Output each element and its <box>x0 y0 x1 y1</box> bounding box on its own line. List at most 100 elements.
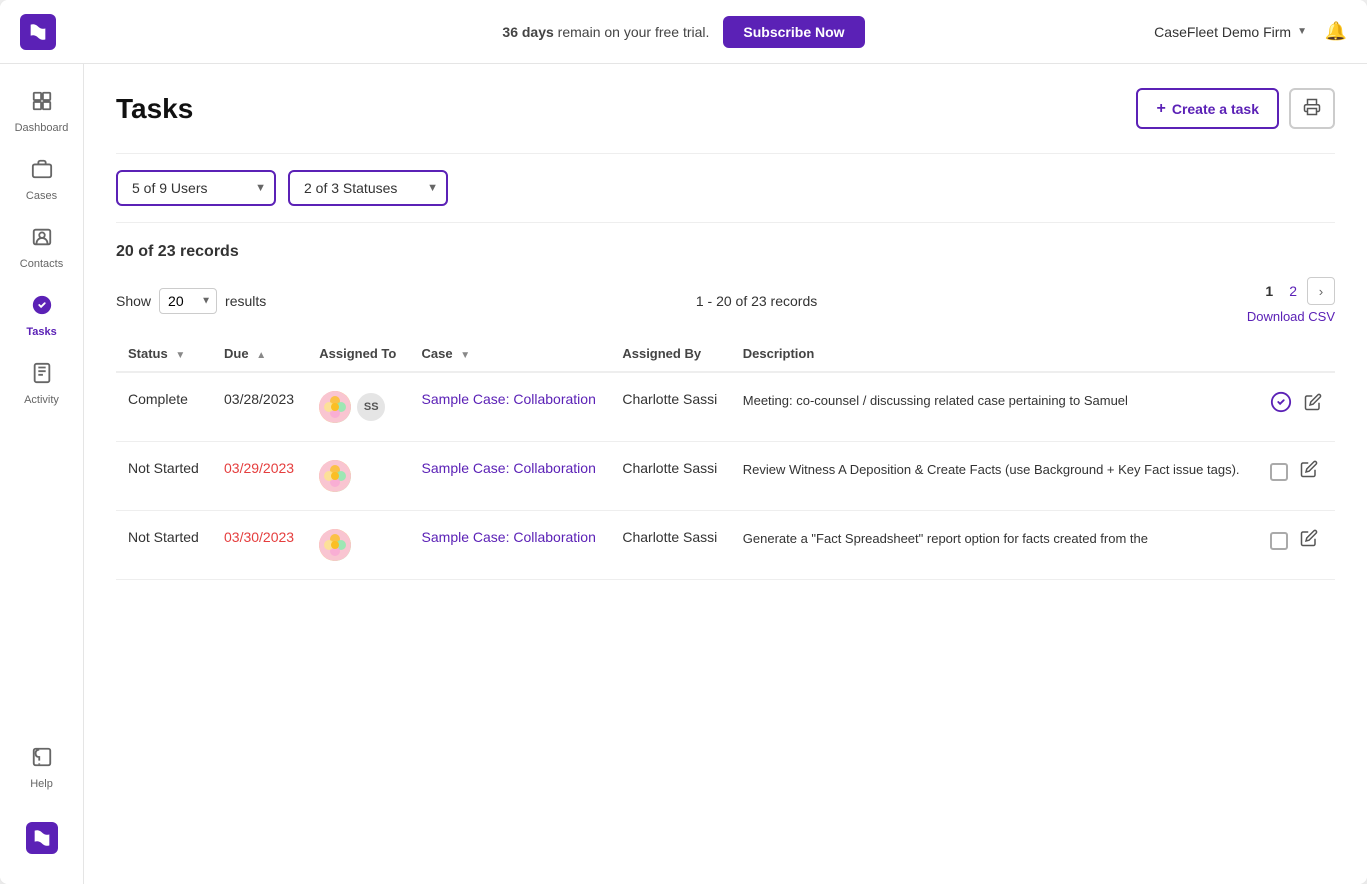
edit-icon[interactable] <box>1304 393 1322 416</box>
case-link[interactable]: Sample Case: Collaboration <box>422 391 596 407</box>
print-button[interactable] <box>1289 88 1335 129</box>
sidebar-item-label: Help <box>30 778 53 790</box>
create-task-button[interactable]: + Create a task <box>1136 88 1279 129</box>
contacts-icon <box>31 226 53 254</box>
activity-icon <box>31 362 53 390</box>
status-value: Not Started <box>128 529 199 545</box>
users-filter[interactable]: 5 of 9 Users <box>116 170 276 206</box>
avatar-flower <box>319 391 351 423</box>
firm-selector[interactable]: CaseFleet Demo Firm ▼ <box>1154 24 1307 40</box>
col-status[interactable]: Status ▼ <box>116 336 212 372</box>
col-case[interactable]: Case ▼ <box>410 336 611 372</box>
tasks-table: Status ▼ Due ▲ Assigned To Case ▼ Assign… <box>116 336 1335 580</box>
assigned-by-cell: Charlotte Sassi <box>610 442 730 511</box>
status-value: Not Started <box>128 460 199 476</box>
main-content: Tasks + Create a task <box>84 64 1367 884</box>
avatar-ss: SS <box>355 391 387 423</box>
assigned-to-cell <box>307 442 409 511</box>
case-cell: Sample Case: Collaboration <box>410 442 611 511</box>
avatar-flower <box>319 529 351 561</box>
page-title: Tasks <box>116 93 193 125</box>
row-actions <box>1270 391 1323 418</box>
assigned-by-value: Charlotte Sassi <box>622 460 717 476</box>
sidebar-item-activity[interactable]: Activity <box>6 352 78 416</box>
avatars <box>319 529 397 561</box>
logo <box>20 14 56 50</box>
table-controls: Show 20 50 100 ▼ results 1 - 20 of 23 re… <box>116 277 1335 324</box>
description-cell: Review Witness A Deposition & Create Fac… <box>731 442 1258 511</box>
show-select[interactable]: 20 50 100 <box>159 288 217 314</box>
sidebar-item-label: Tasks <box>26 326 56 338</box>
results-label: results <box>225 293 266 309</box>
row-actions <box>1270 460 1323 483</box>
sidebar-item-label: Dashboard <box>15 122 69 134</box>
pagination-controls: 1 2 › <box>1259 277 1335 305</box>
col-actions <box>1258 336 1335 372</box>
avatar-flower <box>319 460 351 492</box>
avatars <box>319 460 397 492</box>
page-2[interactable]: 2 <box>1283 281 1303 301</box>
col-description: Description <box>731 336 1258 372</box>
next-page-button[interactable]: › <box>1307 277 1335 305</box>
assigned-by-cell: Charlotte Sassi <box>610 511 730 580</box>
complete-checkbox[interactable] <box>1270 463 1288 481</box>
description-cell: Meeting: co-counsel / discussing related… <box>731 372 1258 442</box>
sidebar-item-label: Activity <box>24 394 59 406</box>
assigned-to-cell <box>307 511 409 580</box>
firm-name: CaseFleet Demo Firm <box>1154 24 1291 40</box>
download-csv-link[interactable]: Download CSV <box>1247 309 1335 324</box>
edit-icon[interactable] <box>1300 460 1318 483</box>
sidebar-item-tasks[interactable]: Tasks <box>6 284 78 348</box>
table-row: Not Started 03/29/2023 <box>116 442 1335 511</box>
sidebar-item-label: Cases <box>26 190 57 202</box>
status-value: Complete <box>128 391 188 407</box>
sidebar-item-contacts[interactable]: Contacts <box>6 216 78 280</box>
plus-icon: + <box>1156 100 1165 118</box>
sidebar-item-label: Contacts <box>20 258 63 270</box>
sidebar-item-dashboard[interactable]: Dashboard <box>6 80 78 144</box>
col-assigned-to: Assigned To <box>307 336 409 372</box>
status-cell: Not Started <box>116 442 212 511</box>
case-link[interactable]: Sample Case: Collaboration <box>422 529 596 545</box>
due-value: 03/30/2023 <box>224 529 294 545</box>
due-cell: 03/29/2023 <box>212 442 307 511</box>
sidebar-item-help[interactable]: Help <box>6 736 78 800</box>
statuses-filter[interactable]: 2 of 3 Statuses <box>288 170 448 206</box>
description-value: Review Witness A Deposition & Create Fac… <box>743 462 1240 477</box>
tasks-icon <box>31 294 53 322</box>
description-value: Generate a "Fact Spreadsheet" report opt… <box>743 531 1148 546</box>
table-row: Complete 03/28/2023 <box>116 372 1335 442</box>
complete-checkbox[interactable] <box>1270 532 1288 550</box>
case-cell: Sample Case: Collaboration <box>410 372 611 442</box>
col-due[interactable]: Due ▲ <box>212 336 307 372</box>
subscribe-button[interactable]: Subscribe Now <box>723 16 864 48</box>
due-cell: 03/28/2023 <box>212 372 307 442</box>
statuses-filter-wrapper: 2 of 3 Statuses ▼ <box>288 170 448 206</box>
due-cell: 03/30/2023 <box>212 511 307 580</box>
show-wrapper: 20 50 100 ▼ <box>159 288 217 314</box>
sidebar: Dashboard Cases <box>0 64 84 884</box>
case-sort-icon: ▼ <box>460 350 470 361</box>
actions-cell <box>1258 372 1335 442</box>
printer-icon <box>1303 103 1321 119</box>
sidebar-item-cases[interactable]: Cases <box>6 148 78 212</box>
users-filter-wrapper: 5 of 9 Users ▼ <box>116 170 276 206</box>
help-icon <box>31 746 53 774</box>
case-link[interactable]: Sample Case: Collaboration <box>422 460 596 476</box>
table-row: Not Started 03/30/2023 <box>116 511 1335 580</box>
chevron-down-icon: ▼ <box>1297 26 1307 37</box>
row-actions <box>1270 529 1323 552</box>
page-1[interactable]: 1 <box>1259 281 1279 301</box>
description-value: Meeting: co-counsel / discussing related… <box>743 393 1128 408</box>
complete-check-icon[interactable] <box>1270 391 1292 418</box>
assigned-by-value: Charlotte Sassi <box>622 391 717 407</box>
pagination-info: 1 - 20 of 23 records <box>696 293 817 309</box>
assigned-by-value: Charlotte Sassi <box>622 529 717 545</box>
status-cell: Not Started <box>116 511 212 580</box>
edit-icon[interactable] <box>1300 529 1318 552</box>
header-actions: + Create a task <box>1136 88 1335 129</box>
due-sort-icon: ▲ <box>256 350 266 361</box>
assigned-to-cell: SS <box>307 372 409 442</box>
bell-icon[interactable]: 🔔 <box>1325 21 1347 42</box>
status-cell: Complete <box>116 372 212 442</box>
